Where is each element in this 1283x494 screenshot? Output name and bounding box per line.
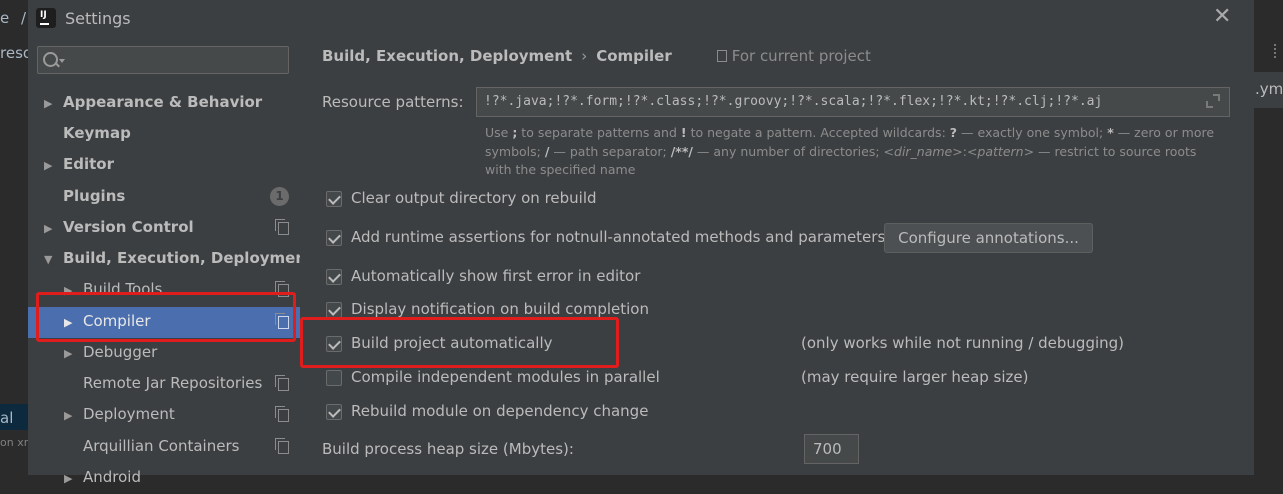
- sidebar-item-android[interactable]: ▶ Android: [28, 463, 300, 494]
- highlight-box-build-automatically: [300, 317, 619, 368]
- resource-patterns-input[interactable]: !?*.java;!?*.form;!?*.class;!?*.groovy;!…: [476, 87, 1230, 117]
- settings-search-input[interactable]: [37, 46, 289, 74]
- sidebar-item-label: Deployment: [83, 405, 175, 423]
- settings-sidebar: ▶ Appearance & Behavior Keymap ▶ Editor …: [28, 38, 313, 486]
- configure-annotations-button[interactable]: Configure annotations...: [884, 223, 1093, 253]
- checkbox[interactable]: [326, 370, 342, 386]
- settings-content: Build, Execution, Deployment › Compiler For…: [300, 38, 1254, 475]
- expand-arrow-icon[interactable]: ▶: [44, 159, 52, 172]
- sidebar-item-label: Editor: [63, 155, 114, 173]
- sidebar-item-version-control[interactable]: ▶ Version Control: [28, 213, 300, 244]
- checkbox[interactable]: [326, 269, 342, 285]
- scope-label: For current project: [716, 47, 871, 65]
- breadcrumb-parent[interactable]: Build, Execution, Deployment: [322, 47, 572, 65]
- sidebar-item-arquillian-containers[interactable]: Arquillian Containers: [28, 432, 300, 463]
- search-history-dropdown-icon[interactable]: [59, 59, 65, 63]
- expand-arrow-icon[interactable]: ▶: [64, 409, 72, 422]
- checkbox[interactable]: [326, 404, 342, 420]
- breadcrumb-current: Compiler: [596, 47, 672, 65]
- checkbox[interactable]: [326, 230, 342, 246]
- sidebar-item-remote-jar-repositories[interactable]: Remote Jar Repositories: [28, 369, 300, 400]
- search-field[interactable]: [66, 49, 285, 71]
- option-label[interactable]: Add runtime assertions for notnull-annot…: [351, 228, 885, 246]
- bg-text-fragment: e: [0, 9, 10, 27]
- project-scope-icon: [275, 406, 289, 422]
- sidebar-item-deployment[interactable]: ▶ Deployment: [28, 400, 300, 431]
- breadcrumb-separator: ›: [581, 47, 588, 65]
- scope-text: For current project: [731, 47, 871, 65]
- checkbox[interactable]: [326, 191, 342, 207]
- intellij-idea-icon: IJ: [34, 6, 58, 30]
- bg-text-fragment: /: [21, 9, 27, 27]
- expand-arrow-icon[interactable]: ▶: [44, 222, 52, 235]
- expand-arrow-icon[interactable]: ▶: [44, 97, 52, 110]
- bg-text-fragment: al: [0, 409, 14, 427]
- option-label[interactable]: Automatically show first error in editor: [351, 267, 640, 285]
- sidebar-item-appearance-behavior[interactable]: ▶ Appearance & Behavior: [28, 88, 300, 119]
- option-label[interactable]: Display notification on build completion: [351, 300, 649, 318]
- sidebar-item-plugins[interactable]: Plugins 1: [28, 182, 300, 213]
- resource-patterns-hint: Use ; to separate patterns and ! to nega…: [485, 125, 1215, 177]
- expand-arrow-icon[interactable]: ▶: [64, 347, 72, 360]
- resource-patterns-value: !?*.java;!?*.form;!?*.class;!?*.groovy;!…: [484, 94, 1103, 109]
- sidebar-item-label: Keymap: [63, 124, 131, 142]
- drag-grip-icon: [1274, 44, 1283, 58]
- sidebar-item-label: Remote Jar Repositories: [83, 374, 263, 392]
- sidebar-item-build-execution-deployment[interactable]: ▼ Build, Execution, Deployment: [28, 244, 313, 275]
- sidebar-item-label: Version Control: [63, 218, 194, 236]
- window-title: Settings: [65, 9, 131, 28]
- background-ide-right: .yml: [1253, 0, 1283, 475]
- option-label[interactable]: Compile independent modules in parallel: [351, 368, 660, 386]
- project-scope-icon: [275, 375, 289, 391]
- search-icon: [43, 52, 58, 67]
- project-scope-icon: [275, 438, 289, 454]
- heap-size-label: Build process heap size (Mbytes):: [322, 440, 574, 458]
- option-note: (may require larger heap size): [801, 368, 1029, 386]
- sidebar-item-label: Debugger: [83, 343, 158, 361]
- sidebar-item-label: Build, Execution, Deployment: [63, 249, 314, 267]
- close-icon[interactable]: ✕: [1213, 6, 1231, 28]
- highlight-box-compiler: [36, 292, 296, 342]
- sidebar-item-debugger[interactable]: ▶ Debugger: [28, 338, 300, 369]
- sidebar-item-label: Arquillian Containers: [83, 437, 240, 455]
- sidebar-item-label: Appearance & Behavior: [63, 93, 263, 111]
- heap-size-input[interactable]: 700: [804, 434, 859, 464]
- option-label[interactable]: Clear output directory on rebuild: [351, 189, 597, 207]
- sidebar-item-editor[interactable]: ▶ Editor: [28, 150, 300, 181]
- title-bar: IJ Settings ✕: [28, 0, 1254, 38]
- expand-arrow-icon[interactable]: ▶: [64, 472, 72, 485]
- update-count-badge: 1: [270, 187, 289, 206]
- option-note: (only works while not running / debuggin…: [801, 334, 1125, 352]
- collapse-arrow-icon[interactable]: ▼: [44, 253, 52, 266]
- checkbox[interactable]: [326, 302, 342, 318]
- resource-patterns-label: Resource patterns:: [322, 93, 464, 111]
- settings-dialog: IJ Settings ✕ ▶ Appearance & Behavior Ke…: [28, 0, 1254, 486]
- sidebar-item-label: Android: [83, 468, 141, 486]
- expand-field-icon[interactable]: [1206, 94, 1220, 108]
- sidebar-item-label: Plugins: [63, 187, 126, 205]
- background-ide-left: e / reso al on xm: [0, 0, 34, 475]
- project-scope-icon: [716, 50, 727, 62]
- sidebar-item-keymap[interactable]: Keymap: [28, 119, 300, 150]
- bg-tab-label: .yml: [1255, 80, 1283, 98]
- option-label[interactable]: Rebuild module on dependency change: [351, 402, 648, 420]
- project-scope-icon: [275, 219, 289, 235]
- breadcrumb: Build, Execution, Deployment › Compiler For…: [322, 47, 871, 65]
- heap-size-value: 700: [813, 440, 842, 458]
